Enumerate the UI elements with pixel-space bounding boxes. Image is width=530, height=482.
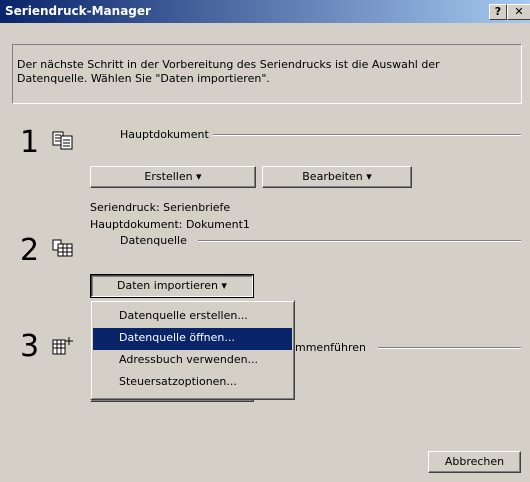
mail-merge-dialog: Seriendruck-Manager ? ✕ Der nächste Schr… — [0, 0, 530, 482]
step-2-number: 2 — [20, 233, 40, 268]
menu-item-open-data-source[interactable]: Datenquelle öffnen... — [93, 328, 292, 350]
window-title: Seriendruck-Manager — [5, 4, 151, 18]
menu-item-use-address-book[interactable]: Adressbuch verwenden... — [93, 350, 292, 372]
help-button[interactable]: ? — [489, 4, 507, 20]
import-data-button[interactable]: Daten importieren ▾ — [90, 274, 254, 298]
import-data-menu: Datenquelle erstellen... Datenquelle öff… — [90, 300, 295, 400]
step-3-number: 3 — [20, 329, 40, 364]
cancel-button[interactable]: Abbrechen — [428, 451, 521, 473]
main-document-icon — [52, 131, 74, 151]
main-document-status: Hauptdokument: Dokument1 — [90, 218, 250, 231]
step-2-label: Datenquelle — [120, 234, 187, 247]
merge-icon — [52, 336, 74, 356]
create-button[interactable]: Erstellen ▾ — [90, 166, 256, 188]
close-button[interactable]: ✕ — [507, 4, 530, 20]
step-1-label: Hauptdokument — [120, 128, 209, 141]
data-source-icon — [52, 238, 74, 258]
title-bar[interactable]: Seriendruck-Manager ? ✕ — [0, 0, 530, 23]
merge-type-status: Seriendruck: Serienbriefe — [90, 201, 231, 214]
menu-item-create-data-source[interactable]: Datenquelle erstellen... — [93, 306, 292, 328]
step-1-divider — [213, 134, 521, 136]
edit-button[interactable]: Bearbeiten ▾ — [262, 166, 412, 188]
step-3-divider — [378, 347, 521, 349]
info-text: Der nächste Schritt in der Vorbereitung … — [17, 58, 440, 85]
step-2-divider — [198, 240, 521, 242]
step-1-number: 1 — [20, 125, 40, 160]
step-3-label: mmenführen — [295, 341, 367, 354]
menu-item-header-options[interactable]: Steuersatzoptionen... — [93, 372, 292, 394]
